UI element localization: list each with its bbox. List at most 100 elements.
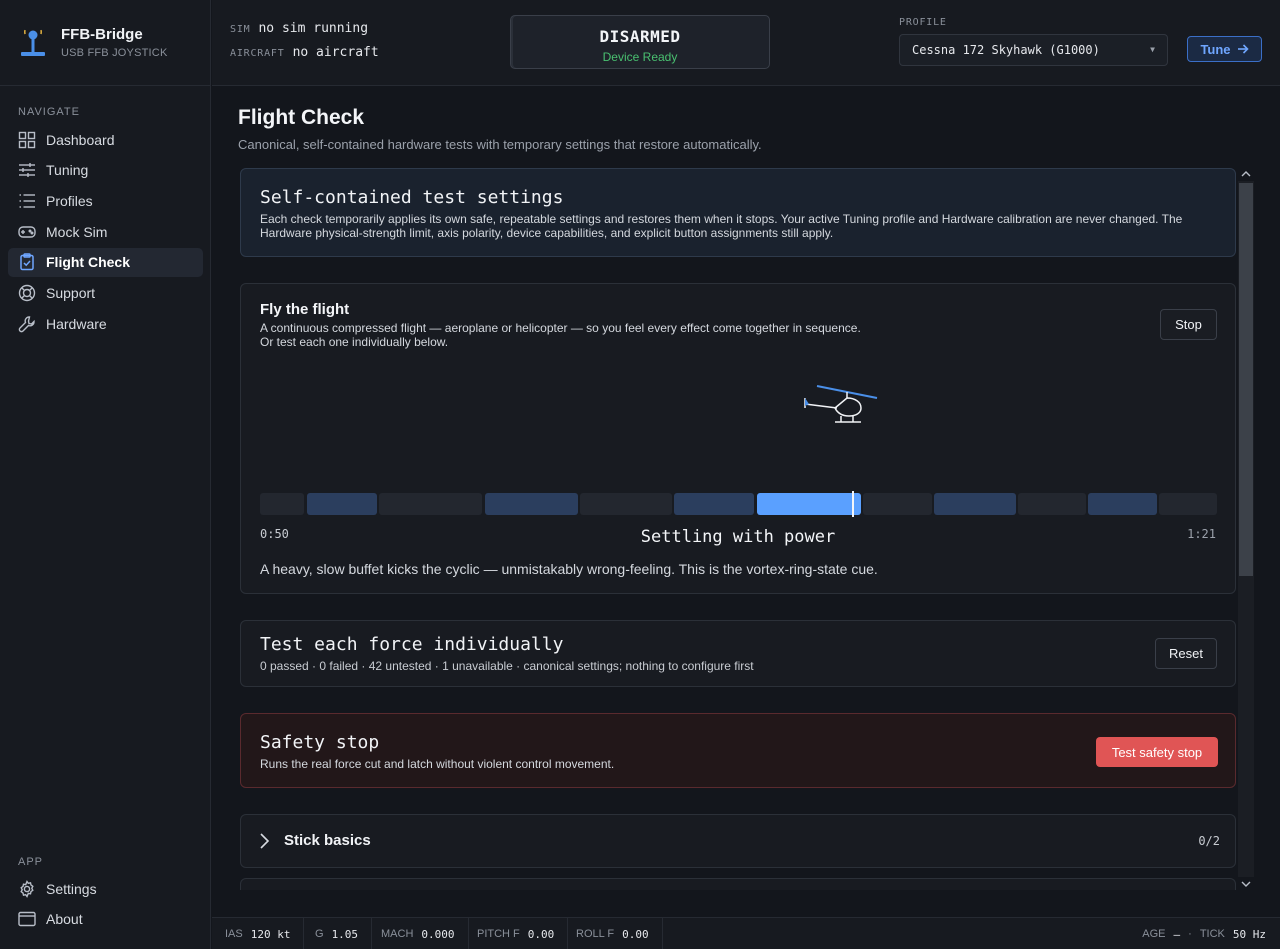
timeline-segment <box>863 493 932 515</box>
gear-icon <box>20 879 34 898</box>
telemetry-mach: MACH 0.000 <box>368 918 469 949</box>
profile-label: PROFILE <box>899 17 947 28</box>
sim-status: SIM no sim running <box>230 21 368 36</box>
chevron-down-icon: ▼ <box>1150 45 1155 54</box>
profile-value: Cessna 172 Skyhawk (G1000) <box>912 43 1100 57</box>
roll-value: 0.00 <box>622 927 649 941</box>
sidebar-item-dashboard[interactable]: Dashboard <box>8 125 203 154</box>
mach-key: MACH <box>381 928 414 940</box>
phase-description: A heavy, slow buffet kicks the cyclic — … <box>260 561 878 577</box>
wrench-icon <box>18 315 35 332</box>
phase-title: Settling with power <box>640 527 836 547</box>
reset-button[interactable]: Reset <box>1155 638 1217 669</box>
sidebar-item-profiles[interactable]: Profiles <box>8 186 203 215</box>
profile-select[interactable]: Cessna 172 Skyhawk (G1000) ▼ <box>899 34 1168 66</box>
timeline-segment <box>580 493 672 515</box>
telemetry-bar: IAS 120 kt G 1.05 MACH 0.000 PITCH F 0.0… <box>212 917 1280 949</box>
lifebuoy-icon <box>18 284 36 302</box>
sidebar-item-label: Tuning <box>46 162 89 179</box>
tick-key: TICK <box>1199 928 1225 940</box>
sidebar-item-label: Hardware <box>46 315 107 332</box>
page-title: Flight Check <box>238 106 365 129</box>
safety-stop-card: Safety stop Runs the real force cut and … <box>240 713 1236 788</box>
telemetry-pitch-force: PITCH F 0.00 <box>464 918 569 949</box>
arm-status-panel: DISARMED Device Ready <box>510 15 770 69</box>
sidebar-item-label: About <box>46 911 83 928</box>
sidebar-item-hardware[interactable]: Hardware <box>8 309 203 338</box>
timeline-segment-current <box>757 493 861 515</box>
safety-card-description: Runs the real force cut and latch withou… <box>260 757 615 771</box>
test-summary: 0 passed · 0 failed · 42 untested · 1 un… <box>260 659 754 673</box>
fly-card-title: Fly the flight <box>260 301 350 318</box>
test-card-title: Test each force individually <box>260 634 564 655</box>
chevron-right-icon <box>260 833 270 849</box>
g-value: 1.05 <box>331 927 359 941</box>
sidebar-item-label: Mock Sim <box>46 223 108 240</box>
nav-list: Dashboard Tuning Profiles Mock Sim Fligh… <box>8 125 203 340</box>
sliders-icon <box>19 163 35 178</box>
telemetry-right: AGE — · TICK 50 Hz <box>1142 918 1266 949</box>
pitch-value: 0.00 <box>527 927 555 941</box>
scroll-down-icon[interactable] <box>1241 879 1251 889</box>
fly-desc-line2: Or test each one individually below. <box>260 335 449 349</box>
main-scrollbar[interactable] <box>1238 167 1254 891</box>
fly-desc-line1: A continuous compressed flight — aeropla… <box>260 321 861 335</box>
tick-value: 50 Hz <box>1232 927 1266 941</box>
page-subtitle: Canonical, self-contained hardware tests… <box>238 137 762 152</box>
top-bar: SIM no sim running AIRCRAFT no aircraft … <box>212 0 1280 86</box>
scroll-up-icon[interactable] <box>1241 169 1251 179</box>
arrow-right-icon <box>1237 44 1249 54</box>
timeline-playhead[interactable] <box>852 491 855 517</box>
time-total: 1:21 <box>1187 527 1216 541</box>
sim-key: SIM <box>230 24 251 35</box>
ias-value: 120 kt <box>250 927 291 941</box>
gamepad-icon <box>18 225 36 238</box>
arm-status: DISARMED <box>599 27 681 46</box>
brand: FFB-Bridge USB FFB JOYSTICK <box>0 0 210 86</box>
stick-basics-count: 0/2 <box>1198 834 1220 848</box>
sidebar-item-flight-check[interactable]: Flight Check <box>8 247 203 277</box>
test-safety-stop-button[interactable]: Test safety stop <box>1096 737 1218 767</box>
timeline-segment <box>1018 493 1086 515</box>
device-status: Device Ready <box>602 50 678 64</box>
sidebar-item-label: Dashboard <box>46 131 115 148</box>
list-icon <box>19 194 35 208</box>
timeline-segment <box>934 493 1016 515</box>
fly-the-flight-card: Fly the flight A continuous compressed f… <box>240 283 1236 594</box>
timeline-segment <box>379 493 482 515</box>
info-card-body: Each check temporarily applies its own s… <box>260 212 1183 240</box>
individual-tests-card: Test each force individually 0 passed · … <box>240 620 1236 687</box>
scroll-thumb[interactable] <box>1239 183 1253 576</box>
brand-title: FFB-Bridge <box>61 26 143 43</box>
nav-section-label: APP <box>18 856 44 868</box>
separator: · <box>1188 928 1192 940</box>
timeline-segment <box>674 493 754 515</box>
sidebar-item-label: Flight Check <box>46 254 131 271</box>
telemetry-roll-force: ROLL F 0.00 <box>563 918 663 949</box>
sidebar-item-about[interactable]: About <box>8 905 203 934</box>
stop-button[interactable]: Stop <box>1160 309 1217 340</box>
sidebar-item-label: Profiles <box>46 192 93 209</box>
sidebar-item-tuning[interactable]: Tuning <box>8 156 203 185</box>
roll-key: ROLL F <box>576 928 615 940</box>
timeline-segment <box>485 493 578 515</box>
stick-basics-title: Stick basics <box>284 832 371 849</box>
sidebar-item-settings[interactable]: Settings <box>8 874 203 903</box>
sidebar-item-mock-sim[interactable]: Mock Sim <box>8 217 203 246</box>
timeline-segment <box>307 493 377 515</box>
telemetry-ias: IAS 120 kt <box>212 918 305 949</box>
dashboard-icon <box>18 131 36 148</box>
flight-timeline[interactable] <box>260 491 1217 517</box>
g-key: G <box>315 928 324 940</box>
app-nav-list: Settings About <box>8 874 203 935</box>
aircraft-status: AIRCRAFT no aircraft <box>230 45 379 60</box>
brand-subtitle: USB FFB JOYSTICK <box>61 47 168 59</box>
tune-button[interactable]: Tune <box>1187 36 1262 62</box>
fly-card-description: A continuous compressed flight — aeropla… <box>260 321 861 349</box>
sim-value: no sim running <box>258 21 369 36</box>
sidebar: FFB-Bridge USB FFB JOYSTICK NAVIGATE Das… <box>0 0 211 949</box>
safety-card-title: Safety stop <box>260 732 380 753</box>
ias-key: IAS <box>225 928 243 940</box>
stick-basics-section[interactable]: Stick basics 0/2 <box>240 814 1236 868</box>
sidebar-item-support[interactable]: Support <box>8 278 203 307</box>
